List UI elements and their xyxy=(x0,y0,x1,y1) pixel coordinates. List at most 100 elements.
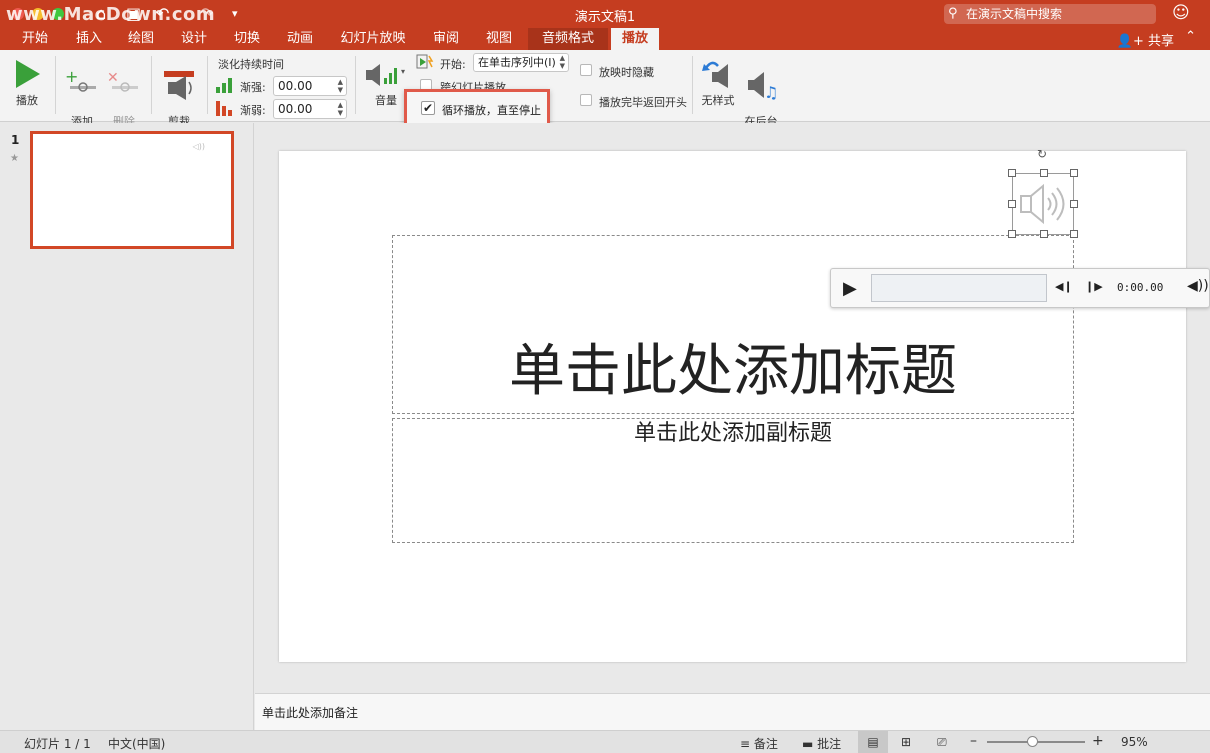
audio-thumb-icon: ◁)) xyxy=(192,142,205,151)
no-style-icon xyxy=(702,61,728,88)
start-select-value: 在单击序列中(I) xyxy=(478,56,556,69)
fade-out-stepper[interactable]: 00.00 ▲ ▼ xyxy=(273,99,347,119)
notes-pane[interactable]: 单击此处添加备注 xyxy=(255,693,1210,730)
no-style-button[interactable]: 无样式 xyxy=(698,56,738,108)
subtitle-placeholder[interactable]: 单击此处添加副标题 xyxy=(392,418,1074,543)
stepper-arrows-icon[interactable]: ▲ ▼ xyxy=(338,101,343,117)
slide-thumbnail-pane: 1 ★ ◁)) xyxy=(0,123,254,730)
tab-slideshow[interactable]: 幻灯片放映 xyxy=(333,28,413,50)
language-indicator[interactable]: 中文(中国) xyxy=(108,735,165,752)
player-time: 0:00.00 xyxy=(1117,281,1164,294)
notes-icon: ≡ xyxy=(740,737,754,751)
tab-playback[interactable]: 播放 xyxy=(611,28,659,50)
resize-handle[interactable] xyxy=(1040,169,1048,177)
fade-in-label: 渐强: xyxy=(240,81,266,94)
tab-animations[interactable]: 动画 xyxy=(279,28,321,50)
animation-star-icon: ★ xyxy=(10,153,19,164)
rewind-after-playing-checkbox[interactable] xyxy=(580,94,592,106)
tab-draw[interactable]: 绘图 xyxy=(120,28,162,50)
undo-icon[interactable]: ↶ xyxy=(156,4,169,23)
tab-insert[interactable]: 插入 xyxy=(68,28,110,50)
presenter-view-button[interactable]: ⎚ xyxy=(937,735,947,750)
svg-text:+: + xyxy=(65,68,78,86)
select-arrows-icon: ▲ ▼ xyxy=(559,54,565,70)
tab-review[interactable]: 审阅 xyxy=(425,28,467,50)
save-icon[interactable]: ▣ xyxy=(126,4,141,23)
search-input[interactable]: ⚲ 在演示文稿中搜索 xyxy=(944,4,1156,24)
trim-audio-icon xyxy=(164,71,194,100)
tab-home[interactable]: 开始 xyxy=(14,28,56,50)
tab-transitions[interactable]: 切换 xyxy=(226,28,268,50)
fade-out-icon xyxy=(216,101,232,116)
slide-sorter-view-button[interactable]: ⊞ xyxy=(901,735,911,749)
player-progress-bar[interactable] xyxy=(871,274,1047,302)
hide-during-show-checkbox[interactable] xyxy=(580,64,592,76)
loop-until-stopped-checkbox[interactable]: ✔ xyxy=(421,101,435,115)
volume-label: 音量 xyxy=(375,94,397,107)
divider xyxy=(151,56,152,114)
watermark: www.MacDown.com xyxy=(6,4,216,25)
resize-handle[interactable] xyxy=(1008,200,1016,208)
fade-out-label: 渐弱: xyxy=(240,104,266,117)
resize-handle[interactable] xyxy=(1070,200,1078,208)
resize-handle[interactable] xyxy=(1008,169,1016,177)
notes-toggle[interactable]: ≡ 备注 xyxy=(740,735,778,752)
slide-canvas[interactable]: 单击此处添加标题 单击此处添加副标题 ↻ ▶ ◀❙ ❙▶ 0:00.00 ◀)) xyxy=(279,147,1210,662)
volume-button[interactable]: ▾ 音量 xyxy=(362,60,410,108)
resize-handle[interactable] xyxy=(1070,230,1078,238)
title-placeholder-text: 单击此处添加标题 xyxy=(509,339,957,404)
play-icon xyxy=(16,60,40,88)
resize-handle[interactable] xyxy=(1040,230,1048,238)
share-button[interactable]: 👤+ 共享 xyxy=(1117,30,1174,49)
home-icon[interactable]: ⌂ xyxy=(96,4,106,23)
start-select[interactable]: 在单击序列中(I) ▲ ▼ xyxy=(473,53,569,72)
redo-icon[interactable]: ↷ xyxy=(200,4,213,23)
audio-player-bar: ▶ ◀❙ ❙▶ 0:00.00 ◀)) xyxy=(830,268,1210,308)
speaker-icon xyxy=(1020,183,1065,225)
divider xyxy=(55,56,56,114)
hide-during-show-label: 放映时隐藏 xyxy=(599,66,654,79)
status-bar: 幻灯片 1 / 1 中文(中国) ≡ 备注 ▬ 批注 ▤ ⊞ ⎚ – + 95% xyxy=(0,730,1210,753)
stepper-arrows-icon[interactable]: ▲ ▼ xyxy=(338,78,343,94)
audio-object[interactable] xyxy=(1008,169,1078,238)
rotate-handle-icon[interactable]: ↻ xyxy=(1037,147,1047,161)
resize-handle[interactable] xyxy=(1008,230,1016,238)
fade-in-value: 00.00 xyxy=(278,79,313,93)
tab-design[interactable]: 设计 xyxy=(173,28,215,50)
feedback-smiley-icon[interactable]: ☺ xyxy=(1172,3,1190,23)
slide-count: 幻灯片 1 / 1 xyxy=(24,737,91,751)
fade-in-stepper[interactable]: 00.00 ▲ ▼ xyxy=(273,76,347,96)
title-placeholder[interactable]: 单击此处添加标题 xyxy=(392,235,1074,414)
player-volume-icon[interactable]: ◀)) xyxy=(1187,278,1209,294)
add-bookmark-icon: + xyxy=(65,68,96,92)
zoom-out-button[interactable]: – xyxy=(970,733,977,749)
zoom-in-button[interactable]: + xyxy=(1092,733,1104,749)
search-icon: ⚲ xyxy=(948,6,958,21)
slide-editor: 单击此处添加标题 单击此处添加副标题 ↻ ▶ ◀❙ ❙▶ 0:00.00 ◀)) xyxy=(255,123,1210,693)
skip-back-icon[interactable]: ◀❙ xyxy=(1055,280,1073,293)
playback-ribbon: 播放 + 添加 书签 ✕ 删除 书签 剪裁 音频 淡化持续时间 xyxy=(0,50,1210,140)
play-button[interactable]: 播放 xyxy=(8,56,46,108)
tab-audio-format[interactable]: 音频格式 xyxy=(528,28,608,50)
comments-toggle[interactable]: ▬ 批注 xyxy=(802,735,841,752)
start-animation-icon xyxy=(416,54,434,69)
svg-text:▾: ▾ xyxy=(401,67,405,76)
subtitle-placeholder-text: 单击此处添加副标题 xyxy=(633,421,832,446)
customize-toolbar-icon[interactable]: ▾ xyxy=(232,7,238,20)
fade-duration-label: 淡化持续时间 xyxy=(218,58,284,71)
loop-until-stopped-label: 循环播放，直至停止 xyxy=(442,104,541,117)
player-play-button[interactable]: ▶ xyxy=(843,278,857,299)
rewind-after-playing-label: 播放完毕返回开头 xyxy=(599,96,687,109)
zoom-slider-handle[interactable] xyxy=(1027,736,1038,747)
comment-icon: ▬ xyxy=(802,737,818,751)
notes-placeholder: 单击此处添加备注 xyxy=(262,706,359,720)
normal-view-button[interactable]: ▤ xyxy=(858,731,888,753)
volume-icon: ▾ xyxy=(366,64,405,86)
collapse-ribbon-icon[interactable]: ⌃ xyxy=(1185,29,1196,44)
slide-thumbnail[interactable]: ◁)) xyxy=(30,131,234,249)
zoom-level[interactable]: 95% xyxy=(1121,735,1148,749)
skip-forward-icon[interactable]: ❙▶ xyxy=(1085,280,1103,293)
tab-view[interactable]: 视图 xyxy=(478,28,520,50)
resize-handle[interactable] xyxy=(1070,169,1078,177)
divider xyxy=(207,56,208,114)
